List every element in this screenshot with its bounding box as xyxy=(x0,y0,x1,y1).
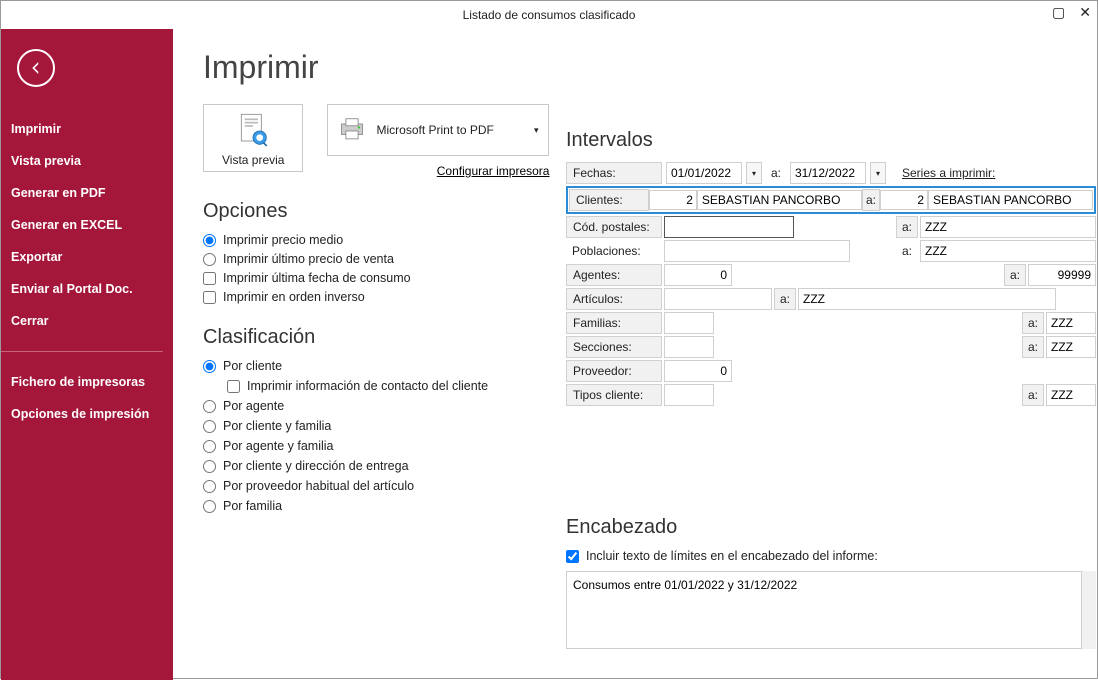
configurar-impresora-link[interactable]: Configurar impresora xyxy=(327,164,549,178)
a-label: a: xyxy=(1022,384,1044,406)
sidebar: Imprimir Vista previa Generar en PDF Gen… xyxy=(1,29,173,680)
opt-ultima-fecha[interactable]: Imprimir última fecha de consumo xyxy=(203,271,563,285)
a-label: a: xyxy=(862,189,880,211)
clasif-info-contacto[interactable]: Imprimir información de contacto del cli… xyxy=(227,379,563,393)
sidebar-item-enviar-portal[interactable]: Enviar al Portal Doc. xyxy=(1,273,173,305)
opt-ultimo-precio[interactable]: Imprimir último precio de venta xyxy=(203,252,563,266)
clasif-por-cliente[interactable]: Por cliente xyxy=(203,359,563,373)
encabezado-textarea[interactable] xyxy=(566,571,1082,649)
clientes-row: Clientes: a: xyxy=(566,186,1096,214)
series-imprimir-link[interactable]: Series a imprimir: xyxy=(902,166,995,180)
printer-dropdown[interactable]: Microsoft Print to PDF ▾ xyxy=(327,104,549,156)
clasif-cliente-familia[interactable]: Por cliente y familia xyxy=(203,419,563,433)
sidebar-item-fichero-impresoras[interactable]: Fichero de impresoras xyxy=(1,366,173,398)
vista-previa-button[interactable]: Vista previa xyxy=(203,104,303,172)
opciones-heading: Opciones xyxy=(203,200,563,223)
articulos-label: Artículos: xyxy=(566,288,662,310)
clasificacion-heading: Clasificación xyxy=(203,326,563,349)
maximize-icon[interactable]: ▢ xyxy=(1052,4,1065,21)
fecha-desde-input[interactable] xyxy=(666,162,742,184)
clasif-por-agente[interactable]: Por agente xyxy=(203,399,563,413)
vista-previa-label: Vista previa xyxy=(222,153,284,167)
opt-orden-inverso[interactable]: Imprimir en orden inverso xyxy=(203,290,563,304)
sidebar-item-cerrar[interactable]: Cerrar xyxy=(1,305,173,337)
sidebar-item-vista-previa[interactable]: Vista previa xyxy=(1,145,173,177)
poblac-desde-input[interactable] xyxy=(664,240,850,262)
incluir-texto-limites-check[interactable]: Incluir texto de límites en el encabezad… xyxy=(566,549,1096,563)
sidebar-item-generar-pdf[interactable]: Generar en PDF xyxy=(1,177,173,209)
clasif-proveedor-habitual[interactable]: Por proveedor habitual del artículo xyxy=(203,479,563,493)
agentes-desde-input[interactable] xyxy=(664,264,732,286)
a-label: a: xyxy=(1022,312,1044,334)
sidebar-item-exportar[interactable]: Exportar xyxy=(1,241,173,273)
agentes-label: Agentes: xyxy=(566,264,662,286)
secciones-hasta-input[interactable] xyxy=(1046,336,1096,358)
articulos-hasta-input[interactable] xyxy=(798,288,1056,310)
intervalos-panel: Intervalos Fechas: ▾ a: ▾ Series a impri… xyxy=(566,129,1096,649)
fecha-desde-picker[interactable]: ▾ xyxy=(746,162,762,184)
page-title: Imprimir xyxy=(203,49,563,86)
poblaciones-label: Poblaciones: xyxy=(566,240,662,262)
secciones-desde-input[interactable] xyxy=(664,336,714,358)
document-preview-icon xyxy=(233,111,273,151)
close-icon[interactable]: ✕ xyxy=(1079,4,1091,21)
codpost-desde-input[interactable] xyxy=(664,216,794,238)
sidebar-separator xyxy=(1,351,163,352)
cliente-desde-code[interactable] xyxy=(649,190,697,210)
familias-desde-input[interactable] xyxy=(664,312,714,334)
clasif-agente-familia[interactable]: Por agente y familia xyxy=(203,439,563,453)
opt-precio-medio[interactable]: Imprimir precio medio xyxy=(203,233,563,247)
tiposcli-hasta-input[interactable] xyxy=(1046,384,1096,406)
scrollbar[interactable] xyxy=(1082,571,1096,649)
articulos-desde-input[interactable] xyxy=(664,288,772,310)
a-label: a: xyxy=(1022,336,1044,358)
intervalos-heading: Intervalos xyxy=(566,129,1096,152)
titlebar: Listado de consumos clasificado ▢ ✕ xyxy=(1,1,1097,29)
a-label: a: xyxy=(766,162,786,184)
encabezado-heading: Encabezado xyxy=(566,516,1096,539)
proveedor-label: Proveedor: xyxy=(566,360,662,382)
window-title: Listado de consumos clasificado xyxy=(463,8,636,22)
sidebar-item-imprimir[interactable]: Imprimir xyxy=(1,113,173,145)
fecha-hasta-picker[interactable]: ▾ xyxy=(870,162,886,184)
sidebar-item-generar-excel[interactable]: Generar en EXCEL xyxy=(1,209,173,241)
tiposcli-label: Tipos cliente: xyxy=(566,384,662,406)
tiposcli-desde-input[interactable] xyxy=(664,384,714,406)
sidebar-item-opciones-impresion[interactable]: Opciones de impresión xyxy=(1,398,173,430)
back-button[interactable] xyxy=(17,49,55,87)
clasif-por-familia[interactable]: Por familia xyxy=(203,499,563,513)
fecha-hasta-input[interactable] xyxy=(790,162,866,184)
agentes-hasta-input[interactable] xyxy=(1028,264,1096,286)
printer-icon xyxy=(338,117,366,143)
a-label: a: xyxy=(896,216,918,238)
a-label: a: xyxy=(774,288,796,310)
cliente-hasta-name[interactable] xyxy=(928,190,1093,210)
clasif-cliente-direccion[interactable]: Por cliente y dirección de entrega xyxy=(203,459,563,473)
codpost-hasta-input[interactable] xyxy=(920,216,1096,238)
cliente-desde-name[interactable] xyxy=(697,190,862,210)
clientes-label: Clientes: xyxy=(569,189,649,211)
fechas-label: Fechas: xyxy=(566,162,662,184)
poblac-hasta-input[interactable] xyxy=(920,240,1096,262)
a-label: a: xyxy=(1004,264,1026,286)
codpostales-label: Cód. postales: xyxy=(566,216,662,238)
secciones-label: Secciones: xyxy=(566,336,662,358)
a-label: a: xyxy=(896,240,918,262)
familias-hasta-input[interactable] xyxy=(1046,312,1096,334)
chevron-down-icon: ▾ xyxy=(534,125,539,136)
familias-label: Familias: xyxy=(566,312,662,334)
printer-name: Microsoft Print to PDF xyxy=(376,123,493,137)
cliente-hasta-code[interactable] xyxy=(880,190,928,210)
proveedor-input[interactable] xyxy=(664,360,732,382)
